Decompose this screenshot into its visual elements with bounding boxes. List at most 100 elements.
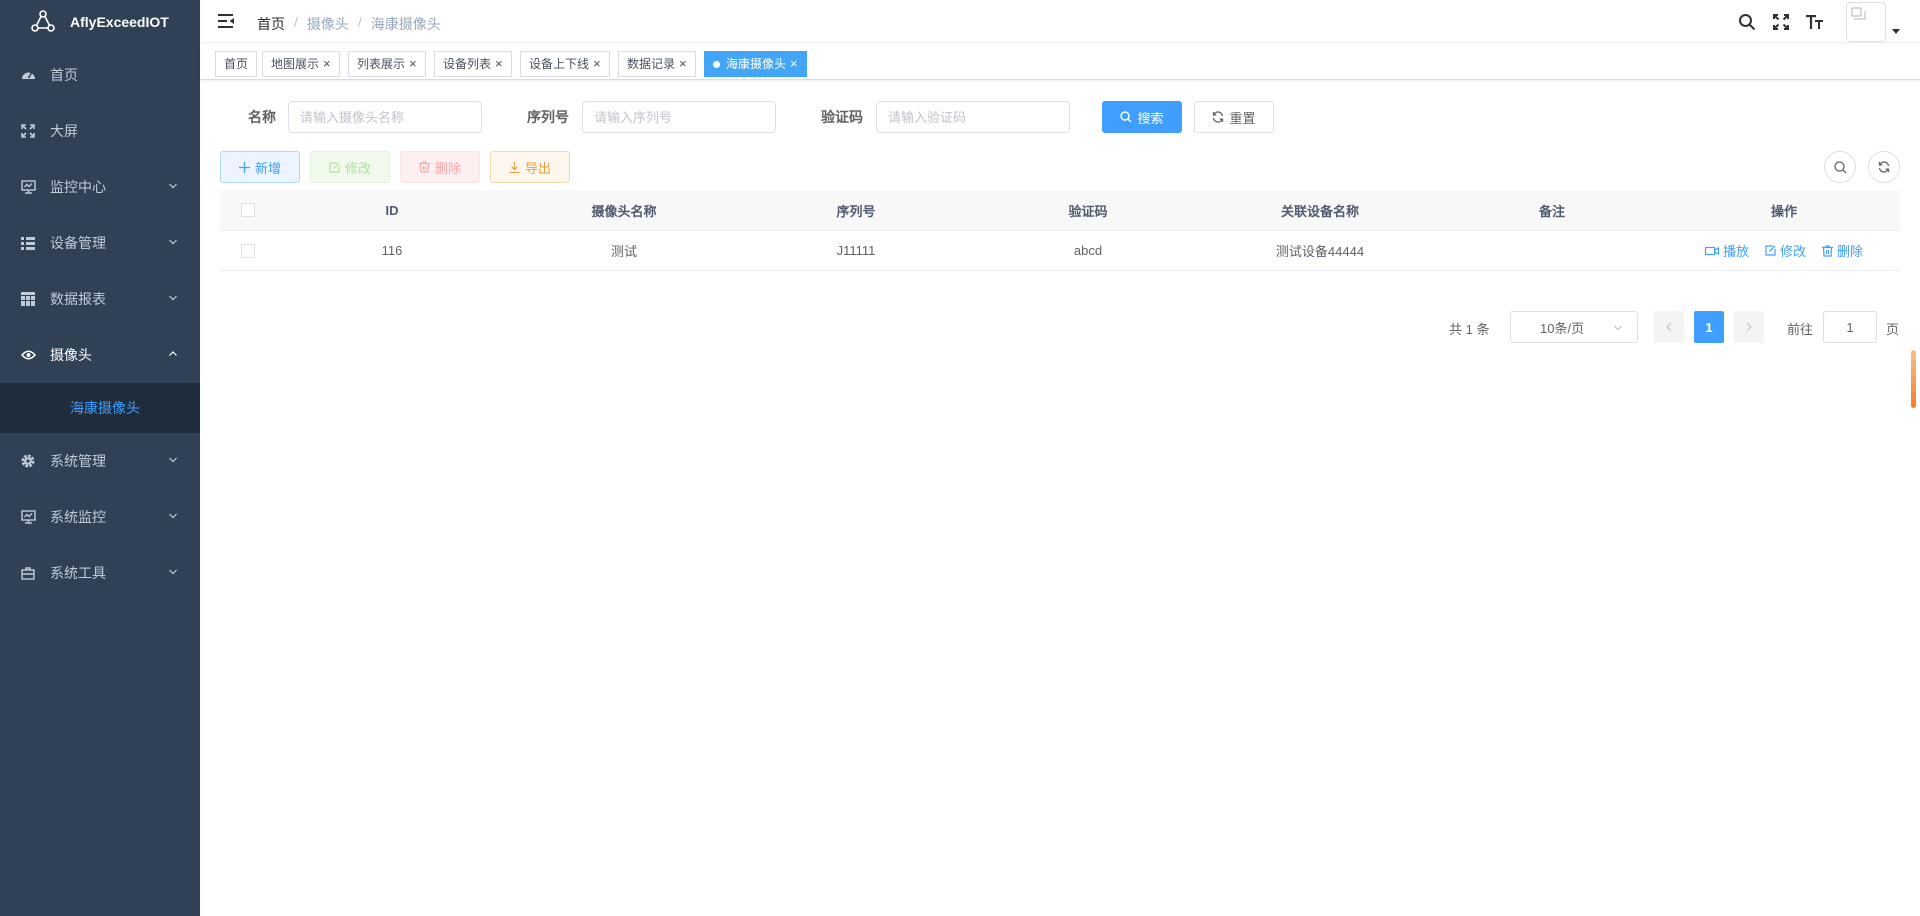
refresh-icon (1213, 111, 1224, 123)
select-all-checkbox[interactable] (241, 203, 255, 217)
column-header[interactable]: 序列号 (740, 190, 972, 230)
camera-table: ID 摄像头名称 序列号 验证码 关联设备名称 备注 操作 116 测试 J11… (220, 190, 1900, 271)
sidebar-subitem-hikvision-camera[interactable]: 海康摄像头 (0, 383, 200, 433)
sidebar-item-label: 首页 (50, 67, 78, 83)
tag-label: 地图展示 (271, 57, 320, 71)
edit-button-label: 修改 (344, 160, 371, 176)
table-header: ID 摄像头名称 序列号 验证码 关联设备名称 备注 操作 (220, 190, 1900, 231)
navbar: 首页 / 摄像头 / 海康摄像头 (200, 0, 1920, 43)
goto-page-input[interactable] (1823, 311, 1877, 343)
refresh-button[interactable] (1868, 151, 1900, 183)
verification-code-input[interactable] (876, 101, 1070, 133)
hamburger-icon[interactable] (217, 12, 235, 30)
column-header[interactable]: ID (276, 190, 508, 230)
row-checkbox[interactable] (241, 243, 255, 258)
chevron-down-icon (169, 183, 177, 189)
edit-link[interactable]: 修改 (1765, 241, 1806, 260)
breadcrumb-item[interactable]: 首页 (257, 14, 285, 34)
sidebar-item-system-management[interactable]: 系统管理 (0, 433, 200, 489)
sidebar-item-camera[interactable]: 摄像头 (0, 327, 200, 383)
reset-button[interactable]: 重置 (1194, 101, 1274, 133)
tag-data-records[interactable]: 数据记录 × (618, 51, 696, 77)
sidebar-item-monitor-center[interactable]: 监控中心 (0, 159, 200, 215)
navbar-right-menu (1730, 0, 1920, 43)
tag-list-display[interactable]: 列表展示 × (348, 51, 426, 77)
toggle-search-button[interactable] (1824, 151, 1856, 183)
tag-label: 海康摄像头 (726, 57, 787, 71)
sidebar-item-system-monitor[interactable]: 系统监控 (0, 489, 200, 545)
dashboard-icon (20, 67, 36, 83)
avatar[interactable] (1846, 1, 1886, 42)
reset-button-label: 重置 (1229, 110, 1256, 126)
export-button[interactable]: 导出 (490, 151, 570, 183)
search-button[interactable]: 搜索 (1102, 101, 1182, 133)
fullscreen-icon (20, 123, 36, 139)
close-icon[interactable]: × (679, 52, 687, 76)
column-header: 操作 (1770, 203, 1797, 219)
eye-icon (20, 347, 36, 363)
gear-icon (20, 453, 36, 469)
chevron-down-icon (169, 457, 177, 463)
column-header[interactable]: 关联设备名称 (1204, 190, 1436, 230)
column-header[interactable]: 验证码 (972, 190, 1204, 230)
video-camera-icon (1704, 246, 1719, 255)
monitor-icon (20, 179, 36, 195)
fullscreen-toggle-icon[interactable] (1764, 0, 1798, 43)
sidebar-item-data-report[interactable]: 数据报表 (0, 271, 200, 327)
next-page-button[interactable] (1734, 311, 1764, 343)
sidebar-item-label: 摄像头 (50, 347, 92, 363)
tag-map-display[interactable]: 地图展示 × (262, 51, 340, 77)
page-suffix-label: 页 (1886, 322, 1900, 337)
prev-page-button[interactable] (1654, 311, 1684, 343)
close-icon[interactable]: × (409, 52, 417, 76)
tag-device-list[interactable]: 设备列表 × (434, 51, 512, 77)
add-button[interactable]: 新增 (220, 151, 300, 183)
sidebar-item-home[interactable]: 首页 (0, 47, 200, 103)
scroll-indicator[interactable] (1911, 350, 1916, 408)
chevron-down-icon (169, 295, 177, 301)
header-checkbox-cell (220, 190, 276, 230)
page-button-current[interactable]: 1 (1694, 311, 1724, 343)
sidebar-item-system-tools[interactable]: 系统工具 (0, 545, 200, 601)
tag-home[interactable]: 首页 (215, 51, 258, 77)
page-size-select[interactable]: 10条/页 (1510, 311, 1638, 343)
add-button-label: 新增 (254, 160, 281, 176)
caret-down-icon[interactable] (1886, 0, 1906, 43)
list-icon (20, 235, 36, 251)
column-header[interactable]: 备注 (1436, 190, 1668, 230)
sidebar: AflyExceedIOT 首页 大屏 监控中心 设备管理 数据报表 摄像头 海… (0, 0, 200, 916)
breadcrumb: 首页 / 摄像头 / 海康摄像头 (257, 14, 441, 34)
search-icon[interactable] (1730, 0, 1764, 43)
close-icon[interactable]: × (495, 52, 503, 76)
tag-hikvision-camera[interactable]: 海康摄像头 × (704, 51, 807, 77)
tag-device-online-offline[interactable]: 设备上下线 × (520, 51, 610, 77)
table-icon (20, 291, 36, 307)
breadcrumb-item: 海康摄像头 (370, 16, 441, 32)
delete-button[interactable]: 删除 (400, 151, 480, 183)
tag-label: 设备列表 (443, 57, 492, 71)
font-size-icon[interactable] (1798, 0, 1832, 43)
serial-number-input[interactable] (582, 101, 776, 133)
sidebar-item-bigscreen[interactable]: 大屏 (0, 103, 200, 159)
active-dot (713, 60, 720, 68)
close-icon[interactable]: × (323, 52, 331, 76)
play-link[interactable]: 播放 (1704, 241, 1749, 260)
sidebar-item-label: 系统管理 (50, 453, 106, 469)
row-checkbox-cell (220, 231, 276, 270)
tag-label: 列表展示 (357, 57, 406, 71)
close-icon[interactable]: × (790, 52, 798, 76)
close-icon[interactable]: × (593, 52, 601, 76)
chevron-left-icon (1666, 322, 1672, 332)
sidebar-item-device-management[interactable]: 设备管理 (0, 215, 200, 271)
column-header[interactable]: 摄像头名称 (508, 190, 740, 230)
camera-name-input[interactable] (288, 101, 482, 133)
delete-button-label: 删除 (434, 160, 461, 176)
tags-view: 首页 地图展示 × 列表展示 × 设备列表 × 设备上下线 × 数据记录 × 海康摄像头 × (200, 44, 1920, 80)
table-row[interactable]: 116 测试 J11111 abcd 测试设备44444 播放 修改 删除 (220, 231, 1900, 271)
app-logo[interactable]: AflyExceedIOT (0, 0, 200, 44)
edit-button[interactable]: 修改 (310, 151, 390, 183)
sidebar-item-label: 系统监控 (50, 509, 106, 525)
breadcrumb-separator: / (357, 14, 362, 30)
edit-icon (1765, 245, 1776, 256)
delete-link[interactable]: 删除 (1822, 241, 1863, 260)
